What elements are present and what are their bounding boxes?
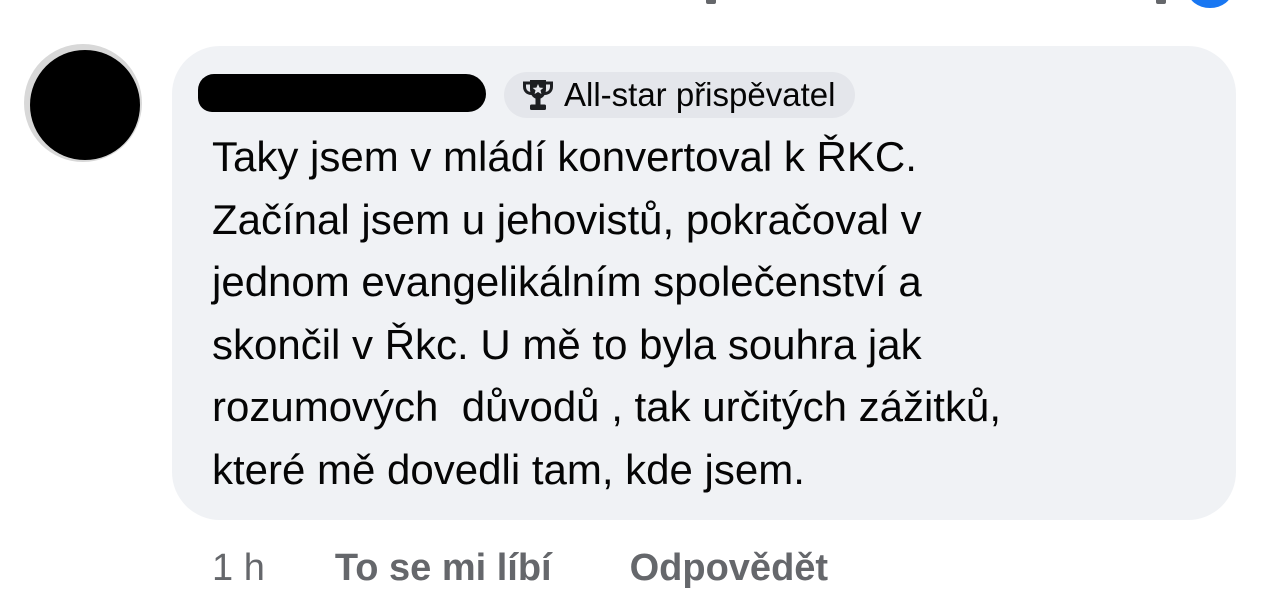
avatar-redaction [30, 50, 140, 160]
partial-blue-icon[interactable] [1188, 0, 1232, 8]
comment-text: Taky jsem v mládí konvertoval k ŘKC. Zač… [212, 126, 1212, 501]
comment-line: rozumových důvodů , tak určitých zážitků… [212, 383, 1001, 430]
comment-line: jednom evangelikálním společenství a [212, 258, 922, 305]
timestamp[interactable]: 1 h [212, 547, 265, 590]
comment-screen: All-star přispěvatel Taky jsem v mládí k… [0, 0, 1280, 616]
like-button[interactable]: To se mi líbí [335, 547, 552, 590]
contributor-badge[interactable]: All-star přispěvatel [504, 72, 856, 118]
comment-line: které mě dovedli tam, kde jsem. [212, 445, 805, 493]
comment-actions: 1 h To se mi líbí Odpovědět [212, 540, 828, 596]
reply-button[interactable]: Odpovědět [630, 547, 828, 590]
partial-icon-top [706, 0, 716, 4]
author-name-redaction[interactable] [198, 74, 486, 112]
comment-line: Taky jsem v mládí konvertoval k ŘKC. [212, 133, 917, 180]
comment-line: skončil v Řkc. U mě to byla souhra jak [212, 320, 922, 368]
trophy-icon [523, 80, 553, 110]
comment-line: Začínal jsem u jehovistů, pokračoval v [212, 195, 922, 243]
badge-label: All-star přispěvatel [564, 76, 836, 113]
partial-icon-top-right [1156, 0, 1166, 4]
